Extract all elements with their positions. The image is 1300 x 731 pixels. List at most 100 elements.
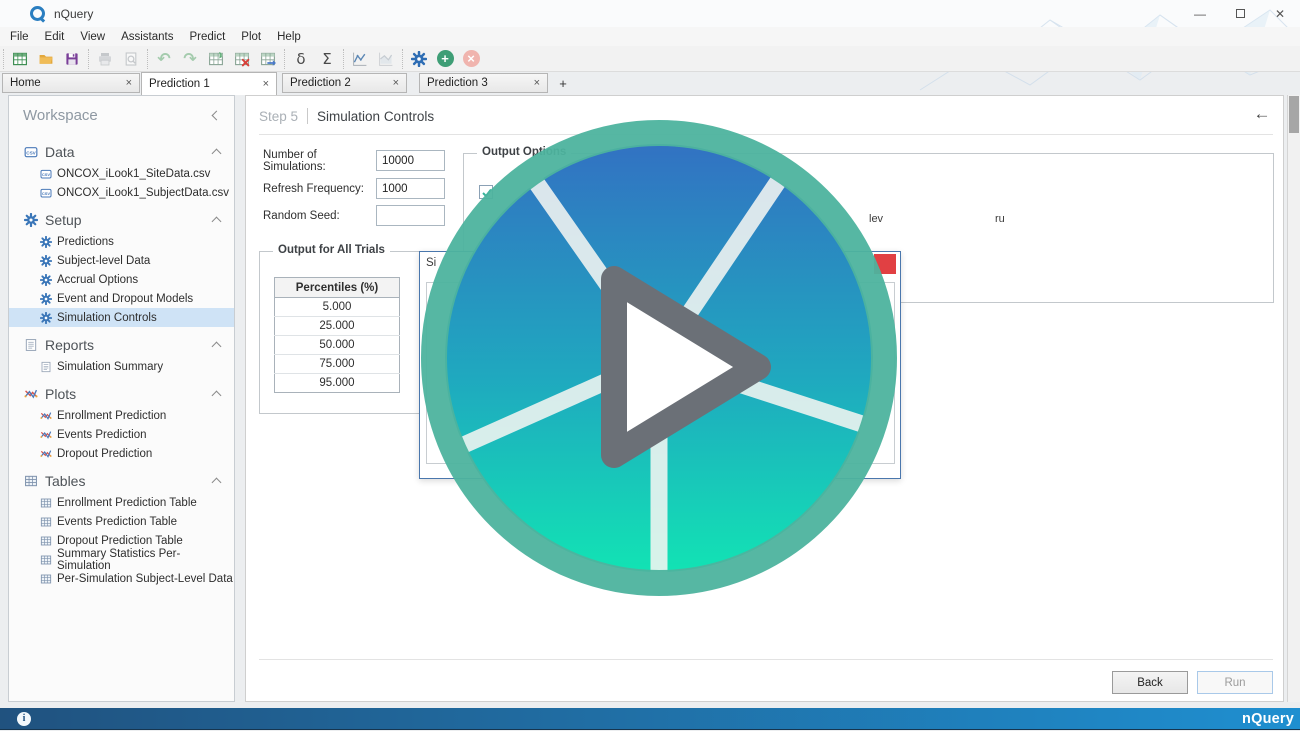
sidebar-item-events-prediction-table[interactable]: Events Prediction Table [9, 512, 234, 531]
run-button[interactable]: Run [1197, 671, 1273, 694]
sidebar-item-simulation-summary[interactable]: Simulation Summary [9, 357, 234, 376]
chevron-up-icon[interactable] [212, 478, 222, 488]
sidebar-item-simulation-controls[interactable]: Simulation Controls [9, 308, 234, 327]
navigate-back-arrow[interactable]: ← [1251, 104, 1273, 124]
refresh-frequency-label: Refresh Frequency: [263, 183, 376, 195]
csv-file-icon [40, 168, 52, 180]
tab-close-icon[interactable]: × [379, 77, 399, 89]
tab-prediction-2[interactable]: Prediction 2 × [282, 73, 407, 93]
num-simulations-row: Number of Simulations: [263, 150, 376, 171]
redo-button[interactable]: ↷ [177, 47, 203, 71]
sidebar-item-sitedata[interactable]: ONCOX_iLook1_SiteData.csv [9, 164, 234, 183]
back-button[interactable]: Back [1112, 671, 1188, 694]
scrollbar-thumb[interactable] [1289, 96, 1299, 133]
maximize-button[interactable] [1220, 0, 1260, 27]
sidebar-item-events-prediction[interactable]: Events Prediction [9, 425, 234, 444]
chevron-up-icon[interactable] [212, 342, 222, 352]
percentile-cell[interactable]: 25.000 [275, 317, 400, 336]
scatter-plot-icon [40, 410, 52, 422]
new-tab-button[interactable]: + [554, 75, 572, 92]
nquery-logo: nQuery [1242, 711, 1294, 727]
import-table-icon [208, 51, 224, 67]
chevron-up-icon[interactable] [212, 149, 222, 159]
table-icon [40, 497, 52, 509]
sidebar-item-enrollment-prediction[interactable]: Enrollment Prediction [9, 406, 234, 425]
settings-button[interactable] [406, 47, 432, 71]
print-preview-button[interactable] [118, 47, 144, 71]
occluded-label-fragment: ru [995, 213, 1005, 225]
sidebar-item-subjectdata[interactable]: ONCOX_iLook1_SubjectData.csv [9, 183, 234, 202]
sidebar-item-event-dropout-models[interactable]: Event and Dropout Models [9, 289, 234, 308]
percentiles-header: Percentiles (%) [275, 278, 400, 298]
sidebar-item-subject-level-data[interactable]: Subject-level Data [9, 251, 234, 270]
video-play-overlay[interactable] [418, 117, 900, 599]
close-button[interactable]: ✕ [1260, 0, 1300, 27]
sidebar-section-plots[interactable]: Plots [9, 382, 234, 406]
menu-plot[interactable]: Plot [233, 29, 269, 45]
sidebar-item-dropout-prediction[interactable]: Dropout Prediction [9, 444, 234, 463]
print-button[interactable] [92, 47, 118, 71]
menu-help[interactable]: Help [269, 29, 309, 45]
step-header: Step 5 Simulation Controls [259, 106, 434, 126]
sidebar-section-setup[interactable]: Setup [9, 208, 234, 232]
sidebar-section-data[interactable]: Data [9, 140, 234, 164]
menu-assistants[interactable]: Assistants [113, 29, 181, 45]
close-circle-icon: × [463, 50, 480, 67]
csv-file-icon [24, 145, 38, 159]
collapse-sidebar-icon[interactable] [212, 111, 222, 121]
gear-icon [40, 236, 52, 248]
tab-prediction-3[interactable]: Prediction 3 × [419, 73, 548, 93]
sidebar-item-summary-statistics-per-simulation[interactable]: Summary Statistics Per-Simulation [9, 550, 234, 569]
tab-close-icon[interactable]: × [112, 77, 132, 89]
sidebar-section-reports[interactable]: Reports [9, 333, 234, 357]
sidebar-item-enrollment-prediction-table[interactable]: Enrollment Prediction Table [9, 493, 234, 512]
table-icon [40, 554, 52, 566]
sidebar-item-accrual-options[interactable]: Accrual Options [9, 270, 234, 289]
preview-magnifier-icon [123, 51, 139, 67]
export-table-button[interactable] [255, 47, 281, 71]
sidebar-item-per-simulation-subject-level-data[interactable]: Per-Simulation Subject-Level Data [9, 569, 234, 588]
add-button[interactable]: + [432, 47, 458, 71]
menu-view[interactable]: View [72, 29, 113, 45]
minimize-button[interactable]: — [1180, 0, 1220, 27]
sidebar-item-predictions[interactable]: Predictions [9, 232, 234, 251]
delete-table-button[interactable] [229, 47, 255, 71]
gear-icon [40, 312, 52, 324]
percentile-cell[interactable]: 5.000 [275, 298, 400, 317]
open-file-button[interactable] [33, 47, 59, 71]
line-plot-button[interactable] [347, 47, 373, 71]
table-icon [40, 516, 52, 528]
report-icon [40, 361, 52, 373]
delete-table-icon [234, 51, 250, 67]
percentile-cell[interactable]: 75.000 [275, 355, 400, 374]
delta-button[interactable]: δ [288, 47, 314, 71]
printer-icon [97, 51, 113, 67]
percentile-cell[interactable]: 95.000 [275, 374, 400, 393]
close-prediction-button[interactable]: × [458, 47, 484, 71]
info-icon[interactable]: i [17, 712, 31, 726]
undo-button[interactable]: ↶ [151, 47, 177, 71]
export-table-icon [260, 51, 276, 67]
line-plot-icon [352, 51, 368, 67]
delta-icon: δ [296, 50, 305, 68]
import-table-button[interactable] [203, 47, 229, 71]
tab-prediction-1[interactable]: Prediction 1 × [141, 72, 277, 95]
area-plot-button[interactable] [373, 47, 399, 71]
sidebar-section-tables[interactable]: Tables [9, 469, 234, 493]
new-table-button[interactable] [7, 47, 33, 71]
tab-close-icon[interactable]: × [520, 77, 540, 89]
chevron-up-icon[interactable] [212, 391, 222, 401]
sigma-button[interactable]: Σ [314, 47, 340, 71]
num-simulations-label: Number of Simulations: [263, 149, 376, 173]
tab-home[interactable]: Home × [2, 73, 140, 93]
chevron-up-icon[interactable] [212, 217, 222, 227]
menu-predict[interactable]: Predict [182, 29, 234, 45]
vertical-scrollbar[interactable] [1287, 95, 1300, 702]
toolbar: ↶ ↷ δ Σ + × [0, 46, 1300, 72]
menu-file[interactable]: File [2, 29, 37, 45]
percentile-cell[interactable]: 50.000 [275, 336, 400, 355]
save-button[interactable] [59, 47, 85, 71]
menu-edit[interactable]: Edit [37, 29, 73, 45]
tab-close-icon[interactable]: × [249, 78, 269, 90]
scatter-plot-icon [40, 429, 52, 441]
